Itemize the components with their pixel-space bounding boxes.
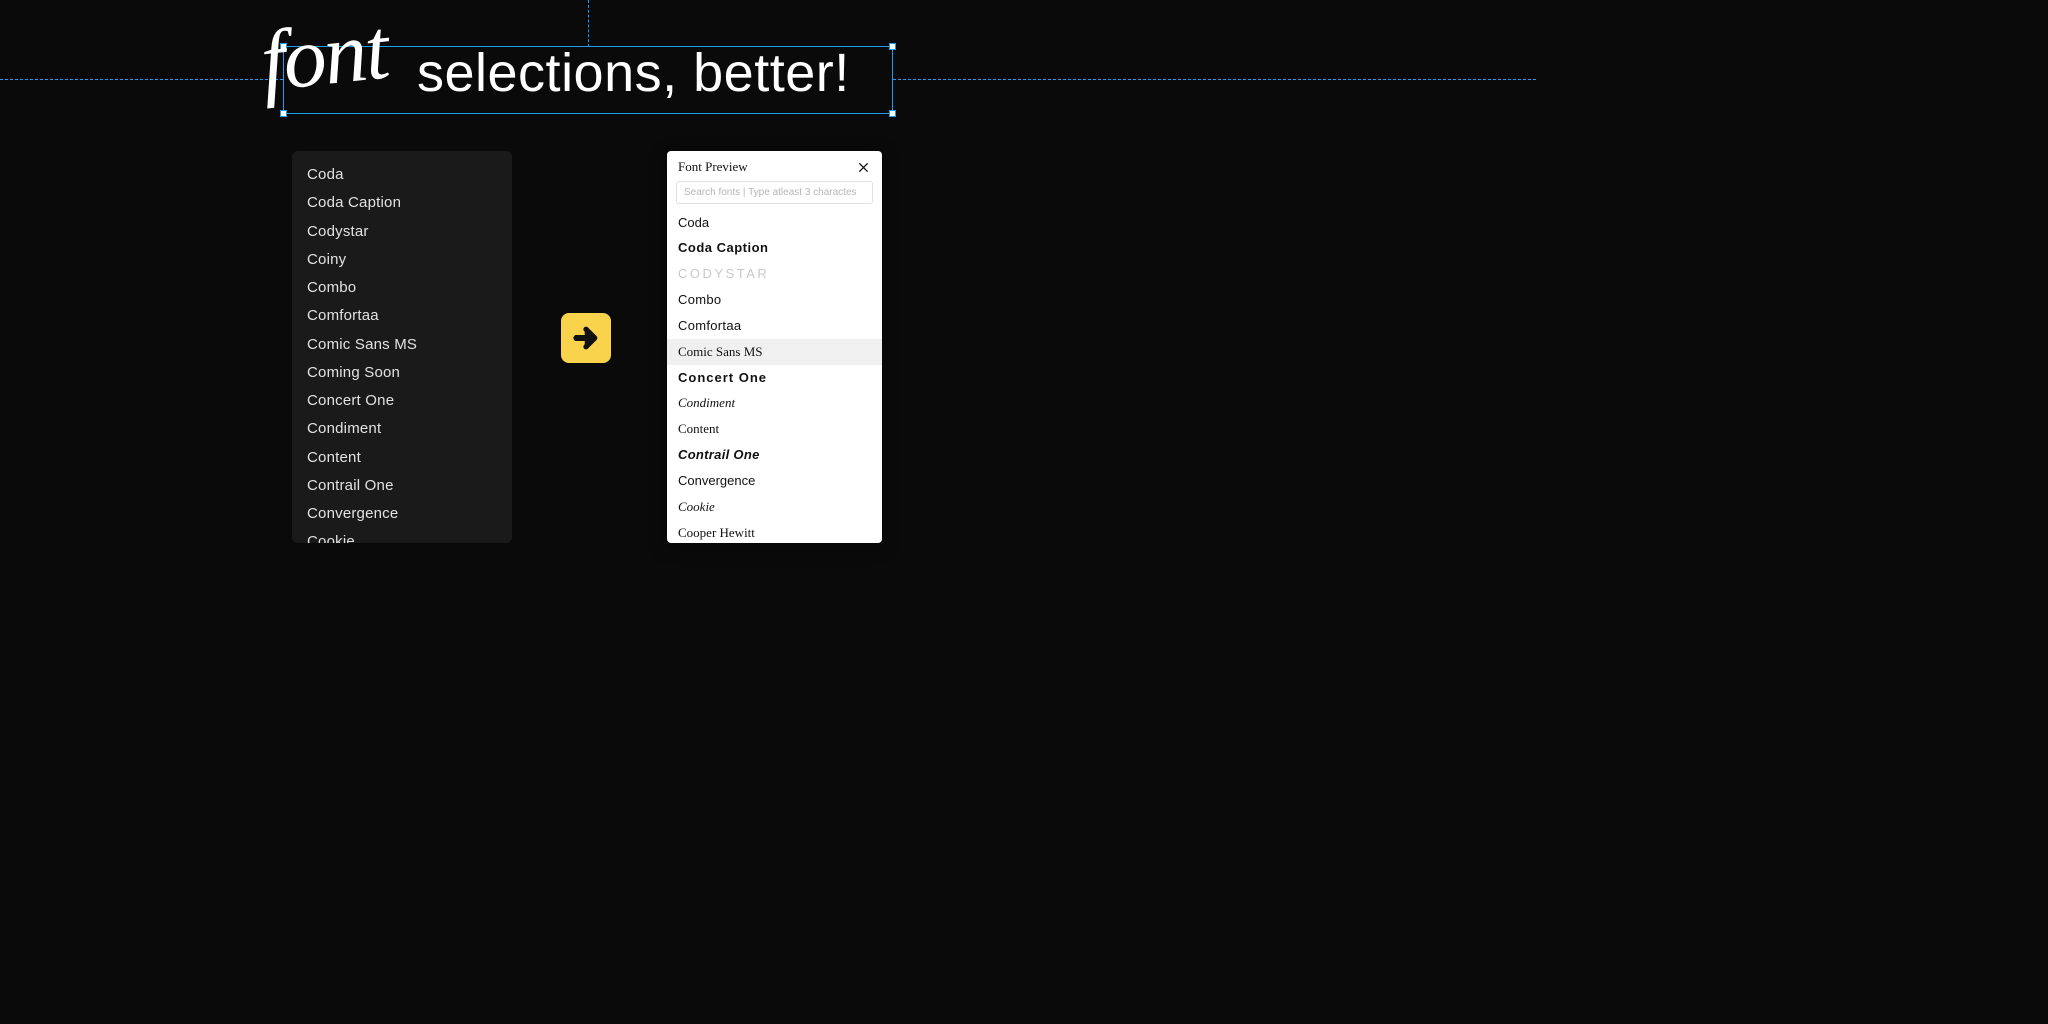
close-icon — [857, 161, 870, 174]
font-preview-item-label: Comic Sans MS — [678, 344, 763, 359]
font-list-item-label: Coiny — [307, 251, 346, 268]
font-preview-item-label: Content — [678, 421, 719, 436]
hero-title: font selections, better! — [283, 46, 893, 114]
font-list-item[interactable]: Condiment — [292, 415, 512, 443]
font-preview-item[interactable]: Concert One — [667, 365, 882, 391]
font-preview-item[interactable]: Combo — [667, 288, 882, 314]
font-preview-item-label: Contrail One — [678, 447, 760, 462]
font-list-item-label: Comfortaa — [307, 307, 379, 324]
font-preview-item-label: Coda Caption — [678, 240, 769, 255]
font-preview-item-label: Convergence — [678, 473, 755, 488]
font-list-item[interactable]: Convergence — [292, 500, 512, 528]
font-preview-item[interactable]: Coda — [667, 210, 882, 236]
font-preview-item[interactable]: Convergence — [667, 468, 882, 494]
font-preview-header: Font Preview — [667, 151, 882, 181]
font-preview-item[interactable]: CODYSTAR — [667, 262, 882, 288]
font-preview-item-label: Cookie — [678, 499, 715, 514]
hero-title-sans: selections, better! — [417, 42, 850, 104]
font-list-item[interactable]: Comfortaa — [292, 302, 512, 330]
font-list-item-label: Coming Soon — [307, 364, 400, 381]
font-list-item-label: Content — [307, 449, 361, 466]
font-list-item-label: Convergence — [307, 505, 398, 522]
font-list-item[interactable]: Coda — [292, 161, 512, 189]
font-preview-list: Coda Coda Caption CODYSTAR Combo Comfortaa Co… — [667, 210, 882, 543]
font-list-item-label: Concert One — [307, 392, 394, 409]
font-list-item-label: Contrail One — [307, 477, 394, 494]
font-list-item[interactable]: Coiny — [292, 246, 512, 274]
font-list-item[interactable]: Concert One — [292, 387, 512, 415]
font-list-item-label: Combo — [307, 279, 356, 296]
font-list-item[interactable]: Coming Soon — [292, 359, 512, 387]
font-list-item[interactable]: Codystar — [292, 218, 512, 246]
font-list-item-label: Codystar — [307, 223, 369, 240]
font-preview-item[interactable]: Comic Sans MS — [667, 339, 882, 365]
font-preview-item-label: Concert One — [678, 370, 767, 385]
font-list-item-label: Coda Caption — [307, 194, 401, 211]
font-preview-item-label: Condiment — [678, 395, 735, 410]
font-search-input[interactable] — [676, 181, 873, 204]
font-preview-item[interactable]: Content — [667, 417, 882, 443]
font-list-item[interactable]: Contrail One — [292, 472, 512, 500]
font-preview-item[interactable]: Cooper Hewitt — [667, 520, 882, 543]
selection-guide — [893, 79, 1536, 80]
font-list-item[interactable]: Cookie — [292, 528, 512, 543]
close-button[interactable] — [855, 159, 871, 175]
arrow-icon — [561, 313, 611, 363]
font-preview-item[interactable]: Cookie — [667, 494, 882, 520]
selection-guide — [588, 0, 589, 47]
font-list-item[interactable]: Combo — [292, 274, 512, 302]
font-preview-item-label: Coda — [678, 215, 709, 230]
font-preview-title: Font Preview — [678, 159, 748, 175]
font-list-item[interactable]: Coda Caption — [292, 189, 512, 217]
font-list-before: Coda Coda Caption Codystar Coiny Combo Comfor… — [292, 151, 512, 543]
font-preview-item[interactable]: Condiment — [667, 391, 882, 417]
font-list-item-label: Coda — [307, 166, 344, 183]
font-list-item[interactable]: Comic Sans MS — [292, 331, 512, 359]
hero-title-script: font — [257, 6, 391, 105]
font-preview-item[interactable]: Coda Caption — [667, 236, 882, 262]
font-list-item-label: Cookie — [307, 533, 355, 543]
font-list-item-label: Condiment — [307, 420, 381, 437]
font-list-item-label: Comic Sans MS — [307, 336, 417, 353]
font-preview-item-label: Cooper Hewitt — [678, 525, 755, 540]
font-preview-item[interactable]: Contrail One — [667, 443, 882, 469]
font-list-item[interactable]: Content — [292, 444, 512, 472]
font-preview-item[interactable]: Comfortaa — [667, 313, 882, 339]
font-preview-item-label: Comfortaa — [678, 318, 741, 333]
font-preview-item-label: Combo — [678, 292, 721, 307]
selection-guide — [0, 79, 283, 80]
font-preview-item-label: CODYSTAR — [678, 266, 769, 281]
font-preview-panel: Font Preview Coda Coda Caption CODYSTAR Com… — [667, 151, 882, 543]
